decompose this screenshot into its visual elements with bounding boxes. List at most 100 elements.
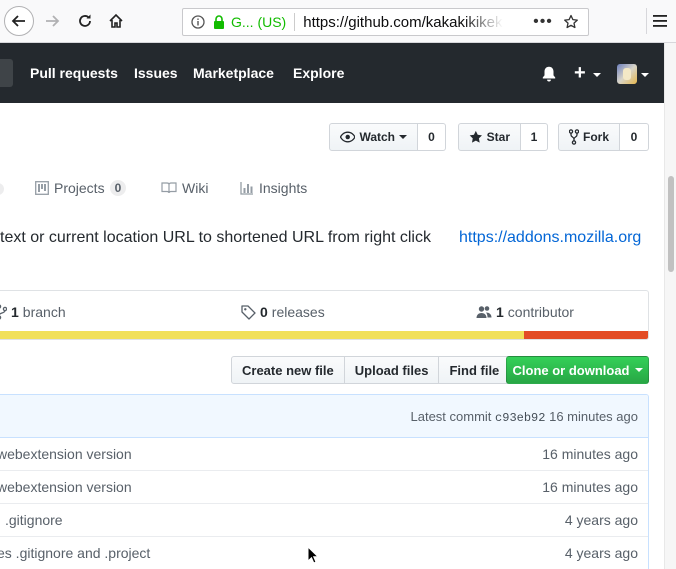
commit-message-link[interactable]: es .gitignore and .project	[0, 545, 150, 561]
back-button[interactable]	[4, 6, 34, 36]
page-actions-icon[interactable]: •••	[532, 11, 554, 33]
contributors-count: 1	[496, 304, 504, 320]
book-icon	[161, 182, 177, 194]
reload-button[interactable]	[70, 6, 100, 36]
tab-projects-label: Projects	[54, 180, 105, 196]
star-label: Star	[486, 130, 510, 144]
tab-projects[interactable]: Projects 0	[35, 180, 127, 196]
forward-button[interactable]	[37, 6, 67, 36]
watch-button[interactable]: Watch	[329, 123, 418, 151]
commit-message-link[interactable]: .gitignore	[5, 512, 63, 528]
info-icon[interactable]	[187, 15, 209, 29]
chevron-down-icon	[399, 135, 407, 139]
language-segment[interactable]	[0, 331, 525, 339]
table-row[interactable]: .gitignore 4 years ago	[0, 504, 648, 537]
nav-marketplace[interactable]: Marketplace	[193, 65, 274, 81]
page-scrollbar[interactable]	[664, 43, 676, 569]
table-row[interactable]: es .gitignore and .project 4 years ago	[0, 537, 648, 569]
plus-icon[interactable]: +	[574, 63, 586, 83]
find-file-button[interactable]: Find file	[439, 356, 511, 384]
url-text[interactable]: https://github.com/kakakikikek	[303, 13, 504, 31]
project-icon	[35, 181, 49, 195]
home-icon	[109, 13, 123, 28]
tab-insights[interactable]: Insights	[240, 180, 307, 196]
bookmark-star-icon[interactable]	[560, 11, 582, 33]
lock-icon	[211, 15, 227, 29]
upload-files-button[interactable]: Upload files	[344, 356, 440, 384]
file-table: Latest commit c93eb92 16 minutes ago web…	[0, 394, 649, 569]
nav-pull-requests[interactable]: Pull requests	[30, 65, 118, 81]
mouse-cursor-icon	[307, 546, 319, 564]
branches-count: 1	[11, 304, 19, 320]
commit-tease: Latest commit c93eb92 16 minutes ago	[0, 395, 648, 438]
watch-group: Watch 0	[329, 123, 446, 151]
search-input[interactable]	[0, 59, 13, 87]
table-row[interactable]: webextension version 16 minutes ago	[0, 438, 648, 471]
file-nav-buttons: Create new file Upload files Find file	[231, 356, 511, 384]
watch-count[interactable]: 0	[418, 123, 446, 151]
tab-projects-count: 0	[109, 180, 127, 196]
releases-count: 0	[260, 304, 268, 320]
graph-icon	[240, 182, 253, 195]
clone-or-download-button[interactable]: Clone or download	[506, 356, 649, 384]
tab-count-badge	[0, 183, 4, 195]
home-button[interactable]	[101, 6, 131, 36]
star-group: Star 1	[458, 123, 548, 151]
branches-label: branch	[22, 304, 66, 320]
hamburger-menu-icon[interactable]	[646, 8, 672, 34]
commit-age: 16 minutes ago	[542, 479, 638, 495]
contributors-link[interactable]: 1 contributor	[476, 304, 574, 320]
commit-age: 16 minutes ago	[542, 446, 638, 462]
tab-wiki-label: Wiki	[182, 180, 209, 196]
bell-icon[interactable]	[540, 65, 558, 83]
fork-count[interactable]: 0	[620, 123, 649, 151]
language-segment[interactable]	[524, 331, 648, 339]
chevron-down-icon[interactable]	[593, 73, 601, 77]
tab-insights-label: Insights	[259, 180, 308, 196]
commit-age: 16 minutes ago	[549, 409, 638, 424]
table-row[interactable]: webextension version 16 minutes ago	[0, 471, 648, 504]
releases-label: releases	[271, 304, 325, 320]
commit-message-link[interactable]: webextension version	[0, 479, 132, 495]
branch-icon	[0, 304, 7, 320]
watch-label: Watch	[359, 130, 395, 144]
create-new-file-button[interactable]: Create new file	[231, 356, 345, 384]
fork-button[interactable]: Fork	[558, 123, 620, 151]
tag-icon	[241, 304, 256, 320]
star-button[interactable]: Star	[458, 123, 521, 151]
commit-sha-link[interactable]: c93eb92	[495, 411, 545, 425]
contributors-label: contributor	[507, 304, 574, 320]
language-bar[interactable]	[0, 331, 648, 339]
people-icon	[476, 306, 492, 318]
arrow-left-icon	[11, 15, 25, 27]
site-identity[interactable]: G... (US)	[231, 13, 296, 31]
url-bar[interactable]: G... (US) https://github.com/kakakikikek…	[182, 8, 589, 36]
chevron-down-icon[interactable]	[641, 73, 649, 77]
latest-commit: Latest commit c93eb92 16 minutes ago	[411, 409, 639, 425]
latest-commit-label: Latest commit	[410, 409, 492, 424]
chevron-down-icon	[634, 368, 643, 372]
repo-description: text or current location URL to shortene…	[0, 229, 431, 246]
commit-age: 4 years ago	[564, 545, 638, 561]
browser-toolbar: G... (US) https://github.com/kakakikikek…	[0, 0, 676, 43]
arrow-right-icon	[46, 15, 60, 27]
commit-message-link[interactable]: webextension version	[0, 446, 132, 462]
releases-link[interactable]: 0 releases	[241, 304, 325, 320]
numbers-summary: 1 branch 0 releases 1 contributor	[0, 290, 649, 340]
eye-icon	[340, 131, 356, 143]
github-header: Pull requests Issues Marketplace Explore…	[0, 43, 664, 103]
fork-icon	[569, 129, 579, 145]
nav-explore[interactable]: Explore	[293, 65, 344, 81]
nav-issues[interactable]: Issues	[134, 65, 178, 81]
repo-homepage-link[interactable]: https://addons.mozilla.org	[459, 229, 641, 247]
commit-age: 4 years ago	[564, 512, 638, 528]
star-icon	[469, 130, 482, 143]
scrollbar-thumb[interactable]	[668, 176, 674, 272]
branches-link[interactable]: 1 branch	[0, 304, 66, 320]
star-count[interactable]: 1	[521, 123, 548, 151]
avatar[interactable]	[617, 64, 637, 84]
fork-label: Fork	[582, 130, 609, 144]
tab-wiki[interactable]: Wiki	[161, 180, 208, 196]
fork-group: Fork 0	[558, 123, 649, 151]
reload-icon	[79, 14, 91, 27]
